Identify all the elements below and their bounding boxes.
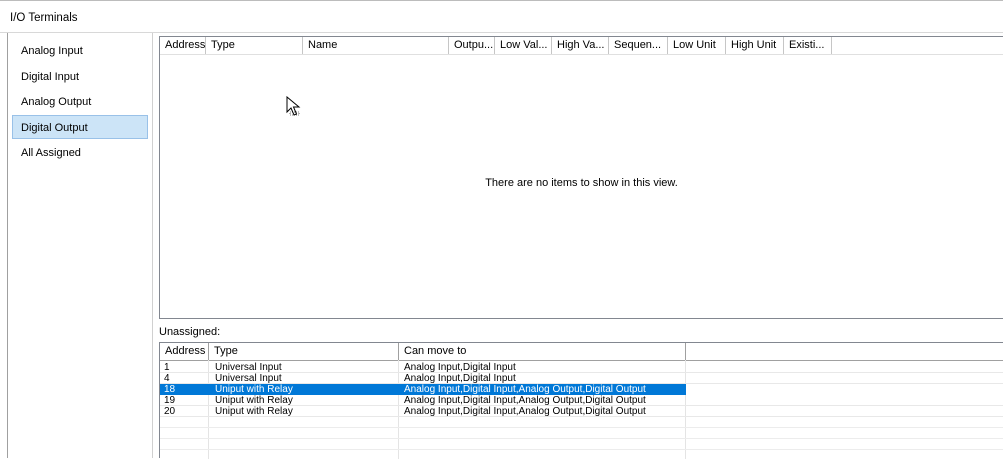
sidebar-item-analog-input[interactable]: Analog Input: [12, 38, 148, 62]
assigned-list-header: Address Type Name Outpu... Low Val... Hi…: [160, 37, 1003, 55]
unassigned-list-header: Address Type Can move to: [160, 343, 1003, 361]
sidebar-item-digital-output[interactable]: Digital Output: [12, 114, 148, 139]
cell-address: 18: [164, 384, 176, 395]
cell-type: Uniput with Relay: [215, 395, 293, 406]
table-row[interactable]: 1 Universal Input Analog Input,Digital I…: [160, 362, 1003, 373]
col-header-address[interactable]: Address: [160, 343, 209, 360]
sidebar-item-analog-output[interactable]: Analog Output: [12, 89, 148, 113]
cell-type: Uniput with Relay: [215, 384, 293, 395]
cell-address: 4: [164, 373, 170, 384]
cell-can-move-to: Analog Input,Digital Input: [404, 362, 516, 373]
cell-can-move-to: Analog Input,Digital Input: [404, 373, 516, 384]
cell-type: Uniput with Relay: [215, 406, 293, 417]
table-row[interactable]: 19 Uniput with Relay Analog Input,Digita…: [160, 395, 1003, 406]
empty-row: [160, 428, 1003, 439]
sidebar: Analog Input Digital Input Analog Output…: [12, 38, 148, 166]
col-header-low-unit[interactable]: Low Unit: [668, 37, 726, 54]
cell-address: 1: [164, 362, 170, 373]
title-bar: I/O Terminals: [0, 1, 1003, 33]
cell-type: Universal Input: [215, 373, 282, 384]
mouse-pointer-icon: [286, 96, 301, 116]
table-row-selected[interactable]: 18 Uniput with Relay Analog Input,Digita…: [160, 384, 686, 395]
col-header-can-move-to[interactable]: Can move to: [399, 343, 686, 360]
col-header-type[interactable]: Type: [206, 37, 303, 54]
unassigned-list-view[interactable]: Address Type Can move to 1 Universal Inp…: [159, 342, 1003, 459]
col-header-low-value[interactable]: Low Val...: [495, 37, 552, 54]
cell-can-move-to: Analog Input,Digital Input,Analog Output…: [404, 395, 646, 406]
empty-row: [160, 439, 1003, 450]
window-title: I/O Terminals: [10, 12, 78, 24]
col-header-output[interactable]: Outpu...: [449, 37, 495, 54]
cell-can-move-to: Analog Input,Digital Input,Analog Output…: [404, 406, 646, 417]
col-header-high-unit[interactable]: High Unit: [726, 37, 784, 54]
assigned-list-view[interactable]: Address Type Name Outpu... Low Val... Hi…: [159, 36, 1003, 319]
cell-can-move-to: Analog Input,Digital Input,Analog Output…: [404, 384, 646, 395]
col-header-address[interactable]: Address: [160, 37, 206, 54]
table-row[interactable]: 4 Universal Input Analog Input,Digital I…: [160, 373, 1003, 384]
unassigned-label: Unassigned:: [159, 326, 221, 338]
col-header-sequence[interactable]: Sequen...: [609, 37, 668, 54]
cell-type: Universal Input: [215, 362, 282, 373]
empty-row: [160, 417, 1003, 428]
sidebar-item-digital-input[interactable]: Digital Input: [12, 64, 148, 88]
cell-address: 19: [164, 395, 176, 406]
sidebar-item-all-assigned[interactable]: All Assigned: [12, 140, 148, 164]
panel-divider[interactable]: [152, 33, 153, 458]
col-header-type[interactable]: Type: [209, 343, 399, 360]
col-header-existing[interactable]: Existi...: [784, 37, 832, 54]
col-header-high-value[interactable]: High Va...: [552, 37, 609, 54]
empty-list-message: There are no items to show in this view.: [485, 177, 678, 189]
table-row[interactable]: 20 Uniput with Relay Analog Input,Digita…: [160, 406, 1003, 417]
cell-address: 20: [164, 406, 176, 417]
col-header-name[interactable]: Name: [303, 37, 449, 54]
left-frame-line: [7, 33, 8, 458]
